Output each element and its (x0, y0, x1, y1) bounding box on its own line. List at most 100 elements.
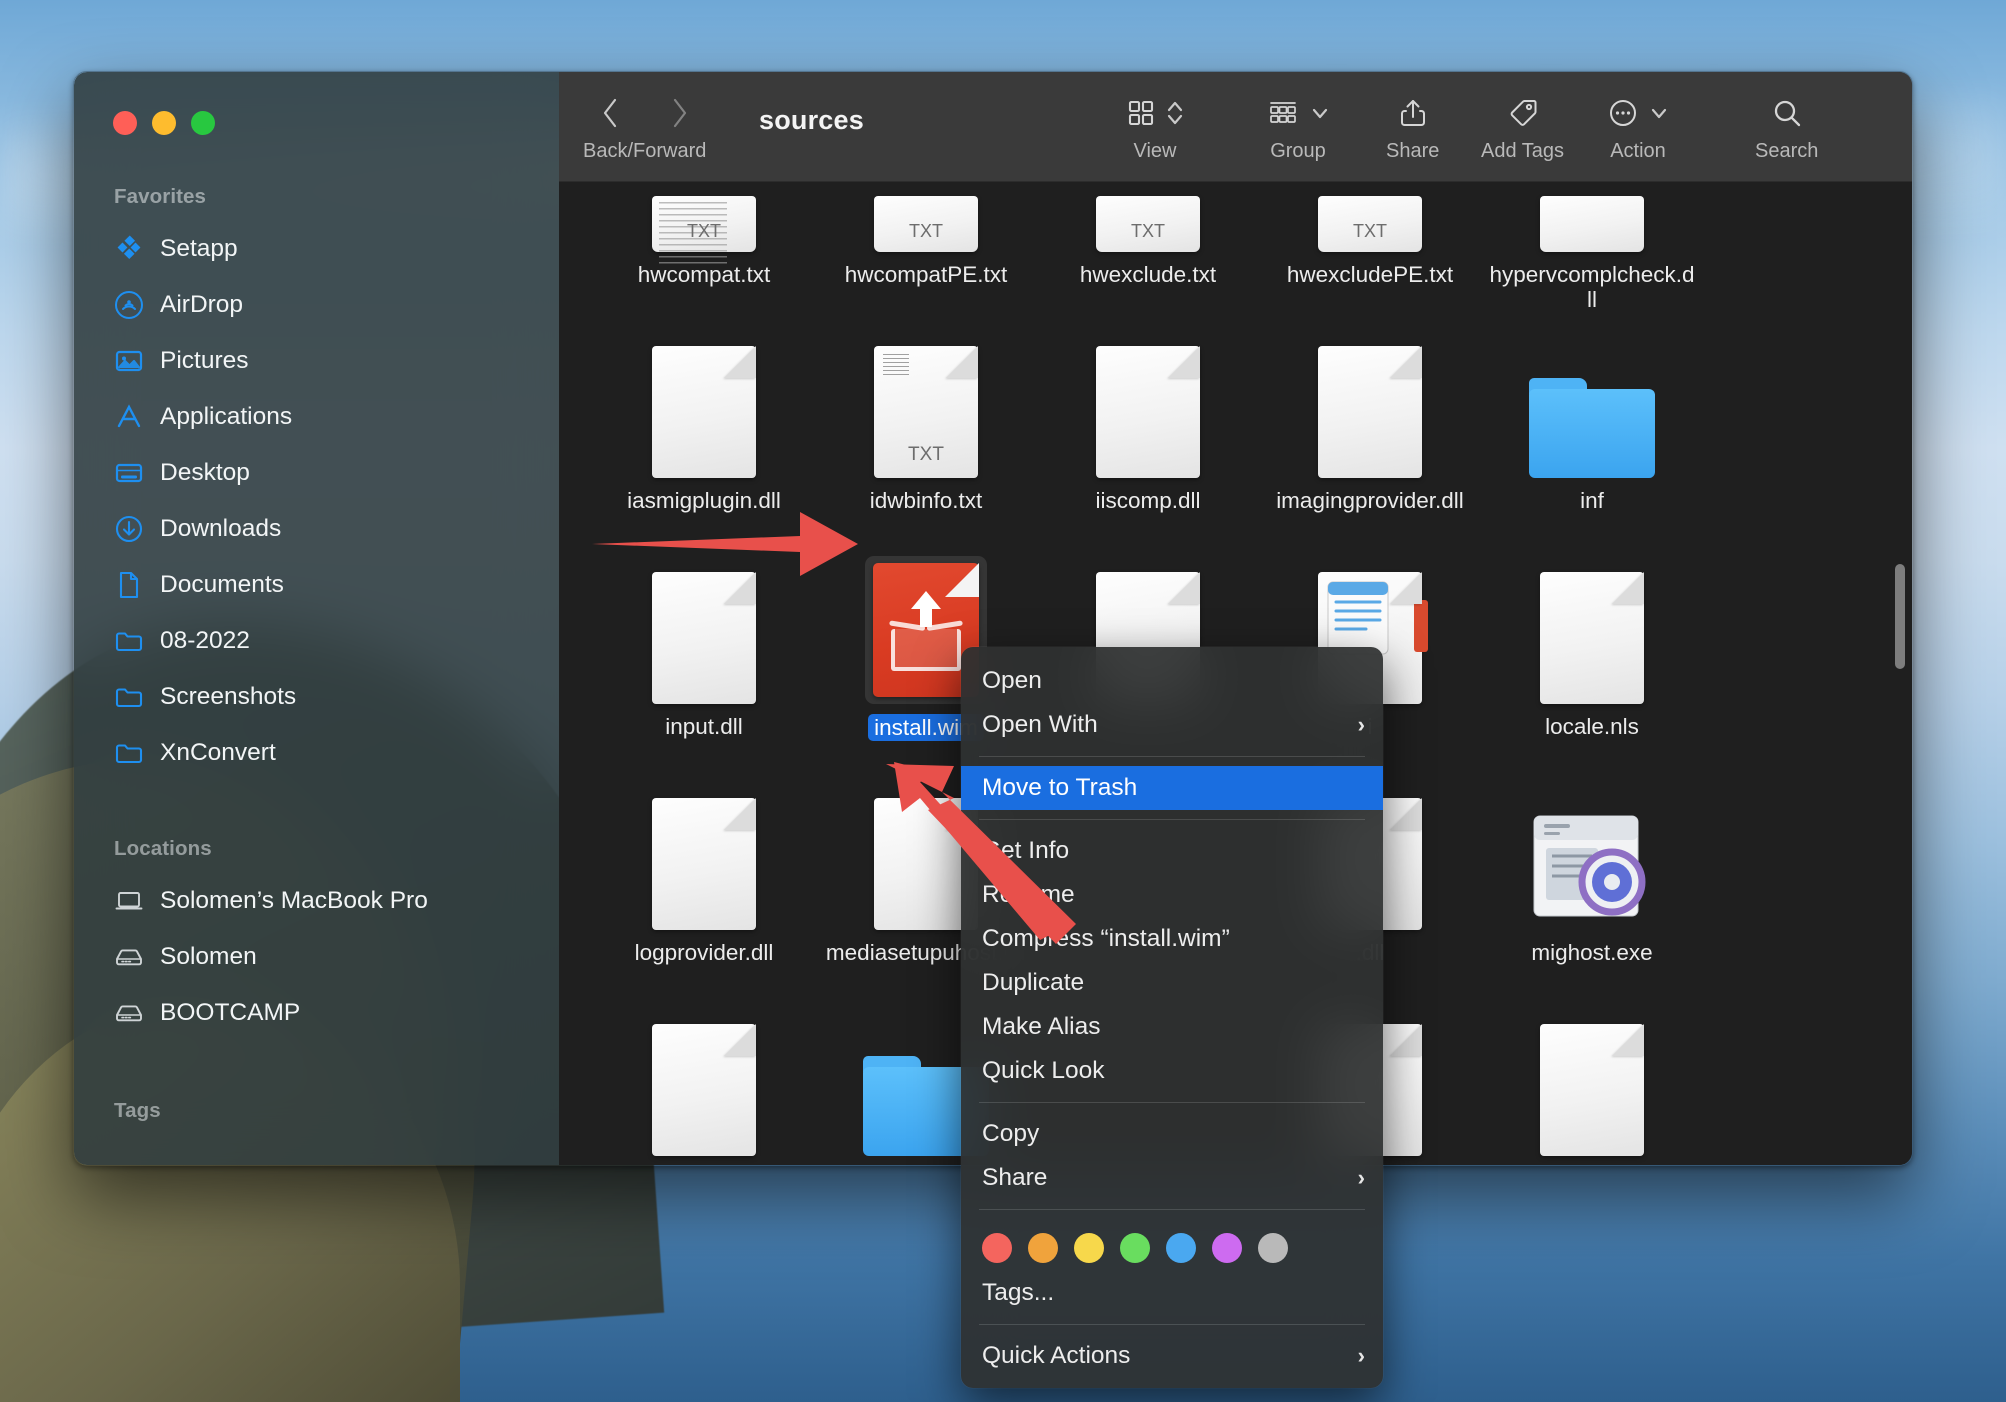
file-item[interactable]: TXT hwexcludePE.txt (1259, 182, 1481, 330)
file-item[interactable]: TXT hwexclude.txt (1037, 182, 1259, 330)
chevron-down-icon[interactable] (1310, 98, 1330, 133)
sidebar-item-label: Solomen’s MacBook Pro (160, 887, 428, 914)
file-item[interactable]: inf (1481, 330, 1703, 556)
txt-file-icon: TXT (874, 196, 978, 252)
tag-color-purple[interactable] (1212, 1233, 1242, 1263)
menu-item-quick-look[interactable]: Quick Look (961, 1049, 1383, 1093)
file-item[interactable]: locale.nls (1481, 556, 1703, 782)
dll-file-icon (652, 572, 756, 704)
file-item[interactable]: TXT hwcompat.txt (593, 182, 815, 330)
sidebar-item-bootcamp[interactable]: BOOTCAMP (74, 985, 559, 1041)
search-icon[interactable] (1771, 97, 1803, 134)
tag-color-yellow[interactable] (1074, 1233, 1104, 1263)
documents-icon (114, 570, 144, 600)
txt-file-icon: TXT (874, 346, 978, 478)
sidebar-item-pictures[interactable]: Pictures (74, 333, 559, 389)
share-icon[interactable] (1398, 97, 1428, 134)
view-group[interactable]: View (1126, 94, 1184, 163)
forward-icon[interactable] (666, 94, 692, 137)
sidebar-item-screenshots[interactable]: Screenshots (74, 669, 559, 725)
airdrop-icon (114, 290, 144, 320)
sidebar-item-08-2022[interactable]: 08-2022 (74, 613, 559, 669)
sidebar-item-desktop[interactable]: Desktop (74, 445, 559, 501)
menu-item-open[interactable]: Open (961, 659, 1383, 703)
search-group[interactable]: Search (1755, 94, 1818, 163)
sidebar-item-label: Desktop (160, 459, 250, 486)
maximize-window-button[interactable] (191, 111, 215, 135)
tag-color-green[interactable] (1120, 1233, 1150, 1263)
menu-item-label: Quick Actions (982, 1342, 1131, 1369)
tag-color-orange[interactable] (1028, 1233, 1058, 1263)
dll-file-icon (1096, 346, 1200, 478)
add-tags-label: Add Tags (1481, 140, 1565, 162)
share-group[interactable]: Share (1386, 94, 1439, 163)
file-item[interactable]: imagingprovider.dll (1259, 330, 1481, 556)
file-name: locale.nls (1545, 714, 1639, 739)
applications-icon (114, 402, 144, 432)
file-item[interactable]: mighost.exe (1481, 782, 1703, 1008)
vertical-scrollbar[interactable] (1895, 564, 1905, 669)
laptop-icon (114, 886, 144, 916)
file-name: hwcompat.txt (637, 262, 771, 287)
minimize-window-button[interactable] (152, 111, 176, 135)
tag-color-gray[interactable] (1258, 1233, 1288, 1263)
exe-file-icon (1528, 810, 1656, 930)
file-item[interactable]: logprovider.dll (593, 782, 815, 1008)
search-label: Search (1755, 140, 1819, 162)
menu-item-label: Duplicate (982, 969, 1085, 996)
sidebar-item-airdrop[interactable]: AirDrop (74, 277, 559, 333)
menu-item-duplicate[interactable]: Duplicate (961, 961, 1383, 1005)
sidebar-item-downloads[interactable]: Downloads (74, 501, 559, 557)
desktop-icon (114, 458, 144, 488)
sidebar-item-label: Solomen (160, 943, 257, 970)
menu-item-label: Copy (982, 1120, 1040, 1147)
menu-item-make-alias[interactable]: Make Alias (961, 1005, 1383, 1049)
file-name: hwexcludePE.txt (1286, 262, 1454, 287)
menu-item-tags[interactable]: Tags... (961, 1271, 1383, 1315)
file-item[interactable]: TXT hwcompatPE.txt (815, 182, 1037, 330)
sidebar-item-macbook-pro[interactable]: Solomen’s MacBook Pro (74, 873, 559, 929)
tag-color-blue[interactable] (1166, 1233, 1196, 1263)
add-tags-group[interactable]: Add Tags (1481, 94, 1564, 163)
sidebar-item-solomen-disk[interactable]: Solomen (74, 929, 559, 985)
sidebar-item-setapp[interactable]: Setapp (74, 221, 559, 277)
dll-file-icon (652, 798, 756, 930)
setapp-icon (114, 234, 144, 264)
sidebar-item-label: Setapp (160, 235, 238, 262)
page-title: sources (759, 105, 864, 135)
sidebar-section-favorites: Favorites (114, 185, 207, 208)
chevron-down-icon[interactable] (1649, 98, 1669, 133)
grid-view-icon[interactable] (1126, 98, 1156, 133)
file-name: imagingprovider.dll (1276, 488, 1464, 513)
menu-item-open-with[interactable]: Open With › (961, 703, 1383, 747)
file-item[interactable]: hypervcomplcheck.dll (1481, 182, 1703, 330)
file-item[interactable]: TXT idwbinfo.txt (815, 330, 1037, 556)
file-item[interactable]: iasmigplugin.dll (593, 330, 815, 556)
chevron-updown-icon[interactable] (1166, 97, 1184, 134)
file-item[interactable]: iiscomp.dll (1037, 330, 1259, 556)
group-group[interactable]: Group (1266, 94, 1330, 163)
group-icon[interactable] (1266, 98, 1300, 133)
toolbar: Back/Forward sources View Group Share Ad… (559, 72, 1912, 182)
back-icon[interactable] (598, 94, 624, 137)
sidebar-item-documents[interactable]: Documents (74, 557, 559, 613)
menu-item-label: Open (982, 667, 1042, 694)
menu-item-copy[interactable]: Copy (961, 1112, 1383, 1156)
sidebar-item-applications[interactable]: Applications (74, 389, 559, 445)
action-group[interactable]: Action (1607, 94, 1669, 163)
file-item[interactable]: input.dll (593, 556, 815, 782)
tag-color-red[interactable] (982, 1233, 1012, 1263)
txt-file-icon: TXT (1096, 196, 1200, 252)
folder-icon (1529, 378, 1655, 478)
file-item[interactable]: migisol.dll (593, 1008, 815, 1165)
close-window-button[interactable] (113, 111, 137, 135)
folder-icon (114, 682, 144, 712)
action-label: Action (1610, 140, 1666, 162)
menu-item-share[interactable]: Share › (961, 1156, 1383, 1200)
menu-item-quick-actions[interactable]: Quick Actions › (961, 1334, 1383, 1378)
sidebar-item-xnconvert[interactable]: XnConvert (74, 725, 559, 781)
harddisk-icon (114, 942, 144, 972)
more-actions-icon[interactable] (1607, 97, 1639, 134)
file-item[interactable]: migsys.dll (1481, 1008, 1703, 1165)
tag-icon[interactable] (1507, 97, 1539, 134)
